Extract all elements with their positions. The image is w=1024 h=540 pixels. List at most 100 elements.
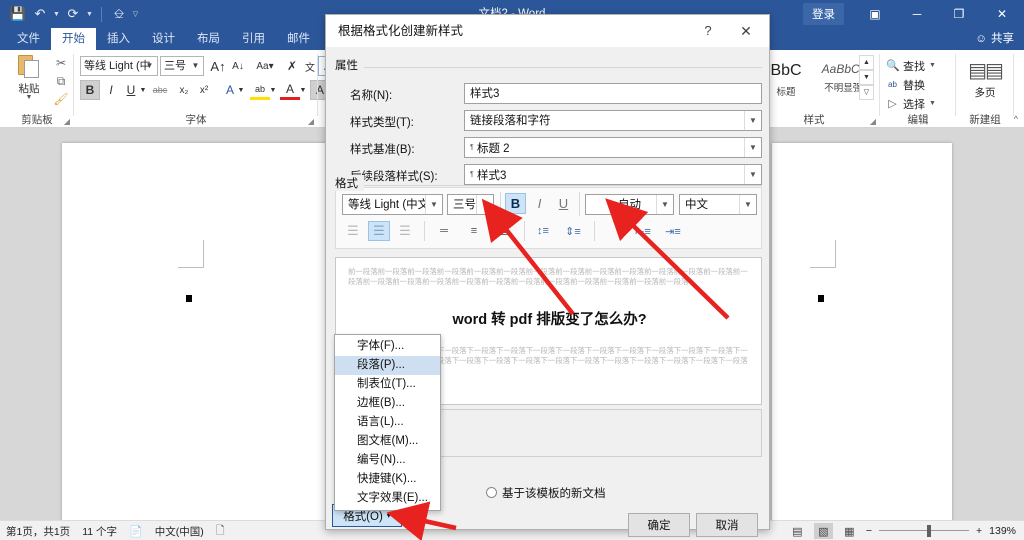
multi-page-button[interactable]: ▤▤ 多页 — [968, 58, 1004, 100]
line-spacing-1-5-icon[interactable]: ≡ — [463, 221, 485, 241]
accessibility-icon[interactable]: 🗋 — [216, 522, 225, 540]
italic-button[interactable]: I — [101, 80, 121, 100]
menu-item-font[interactable]: 字体(F)... — [335, 337, 440, 356]
dialog-font-color-combo[interactable]: 自动 ▼ — [585, 194, 674, 215]
strikethrough-button[interactable]: abc — [150, 80, 170, 100]
styles-scroll-up-icon[interactable]: ▲ — [859, 55, 874, 70]
close-button[interactable]: ✕ — [980, 0, 1024, 28]
dialog-italic-button[interactable]: I — [529, 193, 550, 214]
read-mode-view-button[interactable]: ▤ — [788, 523, 807, 539]
space-after-icon[interactable]: ⇕≡ — [562, 221, 584, 241]
font-color-chevron-down-icon[interactable]: ▼ — [298, 80, 308, 100]
font-name-combo[interactable]: 等线 Light (中 ▼ — [80, 56, 158, 76]
dialog-language-combo[interactable]: 中文 ▼ — [679, 194, 757, 215]
font-dialog-launcher[interactable]: ◢ — [308, 117, 314, 126]
shrink-font-icon[interactable]: A↓ — [228, 56, 248, 76]
style-name-input[interactable]: 样式3 — [464, 83, 762, 104]
share-button[interactable]: ☺ 共享 — [975, 28, 1014, 50]
style-type-chevron-down-icon[interactable]: ▼ — [744, 111, 761, 130]
styles-dialog-launcher[interactable]: ◢ — [870, 117, 876, 126]
tab-design[interactable]: 设计 — [141, 28, 186, 50]
underline-chevron-down-icon[interactable]: ▼ — [138, 80, 148, 100]
tab-layout[interactable]: 布局 — [186, 28, 231, 50]
proofing-icon[interactable]: 📄 — [129, 525, 143, 538]
dialog-bold-button[interactable]: B — [505, 193, 526, 214]
style-based-on-combo[interactable]: ¶ 标题 2 ▼ — [464, 137, 762, 158]
font-size-combo[interactable]: 三号 ▼ — [160, 56, 204, 76]
tab-file[interactable]: 文件 — [6, 28, 51, 50]
scope-new-documents-radio[interactable]: 基于该模板的新文档 — [486, 485, 606, 501]
subscript-button[interactable]: x₂ — [174, 80, 194, 100]
grow-font-icon[interactable]: A↑ — [208, 56, 228, 76]
bold-button[interactable]: B — [80, 80, 100, 100]
next-style-chevron-down-icon[interactable]: ▼ — [744, 165, 761, 184]
find-chevron-down-icon[interactable]: ▼ — [929, 62, 936, 69]
menu-item-text-effects[interactable]: 文字效果(E)... — [335, 489, 440, 508]
dialog-font-size-chevron-down-icon[interactable]: ▼ — [476, 195, 493, 214]
next-style-combo[interactable]: ¶ 样式3 ▼ — [464, 164, 762, 185]
print-layout-view-button[interactable]: ▧ — [813, 523, 833, 539]
styles-gallery-scroll[interactable]: ▲ ▼ ▽ — [859, 55, 874, 100]
dialog-font-name-chevron-down-icon[interactable]: ▼ — [425, 195, 442, 214]
align-right-icon[interactable]: ☰ — [394, 221, 416, 241]
menu-item-shortcut-key[interactable]: 快捷键(K)... — [335, 470, 440, 489]
menu-item-language[interactable]: 语言(L)... — [335, 413, 440, 432]
highlight-color-icon[interactable]: ab — [250, 80, 270, 100]
menu-item-numbering[interactable]: 编号(N)... — [335, 451, 440, 470]
cancel-button[interactable]: 取消 — [696, 513, 758, 537]
style-type-combo[interactable]: 链接段落和字符 ▼ — [464, 110, 762, 131]
word-count[interactable]: 11 个字 — [82, 524, 117, 539]
styles-scroll-down-icon[interactable]: ▼ — [859, 70, 874, 85]
space-before-icon[interactable]: ↕≡ — [532, 221, 554, 241]
zoom-out-button[interactable]: − — [866, 525, 872, 537]
clipboard-dialog-launcher[interactable]: ◢ — [64, 117, 70, 126]
line-spacing-single-icon[interactable]: ═ — [433, 221, 455, 241]
styles-gallery-more-icon[interactable]: ▽ — [859, 85, 874, 100]
decrease-indent-icon[interactable]: ⇤≡ — [632, 221, 654, 241]
superscript-button[interactable]: x² — [194, 80, 214, 100]
paste-chevron-down-icon[interactable]: ▼ — [8, 94, 50, 101]
change-case-icon[interactable]: Aa▾ — [252, 56, 278, 76]
zoom-slider[interactable] — [879, 524, 969, 538]
document-page-right[interactable] — [772, 143, 952, 535]
replace-button[interactable]: ab 替换 — [886, 75, 925, 94]
format-painter-icon[interactable]: 🖌 — [52, 90, 70, 108]
tab-references[interactable]: 引用 — [231, 28, 276, 50]
dialog-font-color-chevron-down-icon[interactable]: ▼ — [656, 195, 673, 214]
minimize-button[interactable]: ─ — [896, 0, 938, 28]
dialog-underline-button[interactable]: U — [553, 193, 574, 214]
font-color-icon[interactable]: A — [280, 80, 300, 100]
style-based-on-chevron-down-icon[interactable]: ▼ — [744, 138, 761, 157]
sign-in-button[interactable]: 登录 — [803, 3, 844, 25]
dialog-font-name-combo[interactable]: 等线 Light (中文 ▼ — [342, 194, 443, 215]
find-button[interactable]: 🔍 查找 ▼ — [886, 56, 936, 75]
align-center-icon[interactable]: ☰ — [368, 221, 390, 241]
maximize-restore-button[interactable]: ❐ — [938, 0, 980, 28]
dialog-font-size-combo[interactable]: 三号 ▼ — [447, 194, 494, 215]
select-chevron-down-icon[interactable]: ▼ — [929, 100, 936, 107]
zoom-in-button[interactable]: + — [976, 525, 982, 537]
tab-insert[interactable]: 插入 — [96, 28, 141, 50]
web-layout-view-button[interactable]: ▦ — [840, 523, 859, 539]
dialog-close-icon[interactable]: ✕ — [729, 15, 763, 47]
align-left-icon[interactable]: ☰ — [342, 221, 364, 241]
cut-icon[interactable]: ✂ — [52, 54, 70, 72]
tab-mailings[interactable]: 邮件 — [276, 28, 321, 50]
line-spacing-double-icon[interactable]: ≣ — [493, 221, 515, 241]
document-page-left[interactable] — [62, 143, 332, 535]
menu-item-frame[interactable]: 图文框(M)... — [335, 432, 440, 451]
ok-button[interactable]: 确定 — [628, 513, 690, 537]
page-info[interactable]: 第1页，共1页 — [6, 524, 70, 539]
dialog-language-chevron-down-icon[interactable]: ▼ — [739, 195, 756, 214]
ribbon-display-options-icon[interactable]: ▣ — [854, 0, 896, 28]
highlight-chevron-down-icon[interactable]: ▼ — [268, 80, 278, 100]
font-name-chevron-down-icon[interactable]: ▼ — [143, 57, 156, 75]
zoom-level[interactable]: 139% — [989, 525, 1016, 537]
tab-home[interactable]: 开始 — [51, 28, 96, 50]
collapse-ribbon-icon[interactable]: ^ — [1014, 114, 1018, 124]
copy-icon[interactable]: ⧉ — [52, 72, 70, 90]
select-button[interactable]: ▷ 选择 ▼ — [886, 94, 936, 113]
menu-item-tabs[interactable]: 制表位(T)... — [335, 375, 440, 394]
menu-item-border[interactable]: 边框(B)... — [335, 394, 440, 413]
clear-formatting-icon[interactable]: ✗ — [282, 56, 302, 76]
